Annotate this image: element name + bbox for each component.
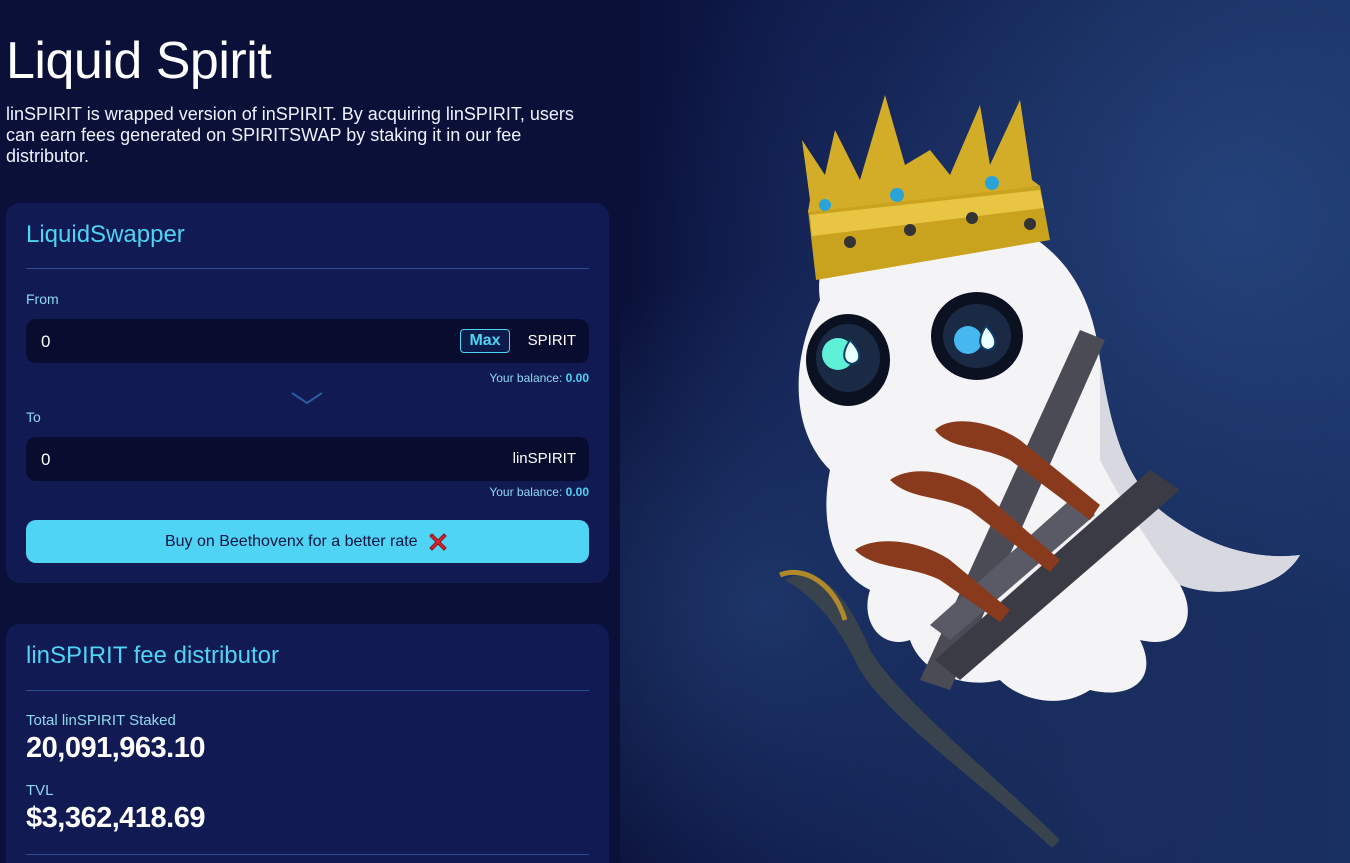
- to-balance-label: Your balance:: [489, 485, 563, 499]
- tvl-value: $3,362,418.69: [26, 802, 205, 834]
- to-amount-input[interactable]: [39, 449, 423, 471]
- page: Liquid Spirit linSPIRIT is wrapped versi…: [0, 0, 1350, 863]
- to-label: To: [26, 409, 41, 425]
- fee-distributor-card: linSPIRIT fee distributor Total linSPIRI…: [6, 624, 609, 863]
- liquid-swapper-card: LiquidSwapper From Max SPIRIT Your balan…: [6, 203, 609, 583]
- to-token-label: linSPIRIT: [512, 450, 576, 467]
- from-balance-label: Your balance:: [489, 371, 563, 385]
- red-x-icon: [429, 533, 447, 551]
- chevron-down-icon[interactable]: [290, 391, 324, 405]
- from-amount-input[interactable]: [39, 331, 423, 353]
- from-input-row: Max SPIRIT: [26, 319, 589, 363]
- from-balance: Your balance: 0.00: [489, 371, 589, 385]
- page-title: Liquid Spirit: [6, 32, 272, 90]
- total-staked-label: Total linSPIRIT Staked: [26, 712, 176, 729]
- ghost-king-illustration: [779, 95, 1300, 848]
- tvl-label: TVL: [26, 782, 54, 799]
- from-balance-value: 0.00: [565, 371, 589, 385]
- to-input-row: linSPIRIT: [26, 437, 589, 481]
- hero-panel: [620, 0, 1350, 863]
- page-description: linSPIRIT is wrapped version of inSPIRIT…: [6, 104, 574, 166]
- to-balance-value: 0.00: [565, 485, 589, 499]
- total-staked-value: 20,091,963.10: [26, 732, 205, 764]
- to-balance: Your balance: 0.00: [489, 485, 589, 499]
- from-label: From: [26, 291, 59, 307]
- divider: [26, 854, 589, 855]
- left-column: Liquid Spirit linSPIRIT is wrapped versi…: [6, 0, 610, 863]
- from-token-label: SPIRIT: [527, 332, 576, 349]
- buy-on-beethovenx-button[interactable]: Buy on Beethovenx for a better rate: [26, 520, 589, 563]
- buy-button-label: Buy on Beethovenx for a better rate: [164, 533, 418, 550]
- max-button[interactable]: Max: [460, 329, 510, 353]
- swapper-title: LiquidSwapper: [26, 203, 589, 269]
- distributor-title: linSPIRIT fee distributor: [26, 624, 589, 691]
